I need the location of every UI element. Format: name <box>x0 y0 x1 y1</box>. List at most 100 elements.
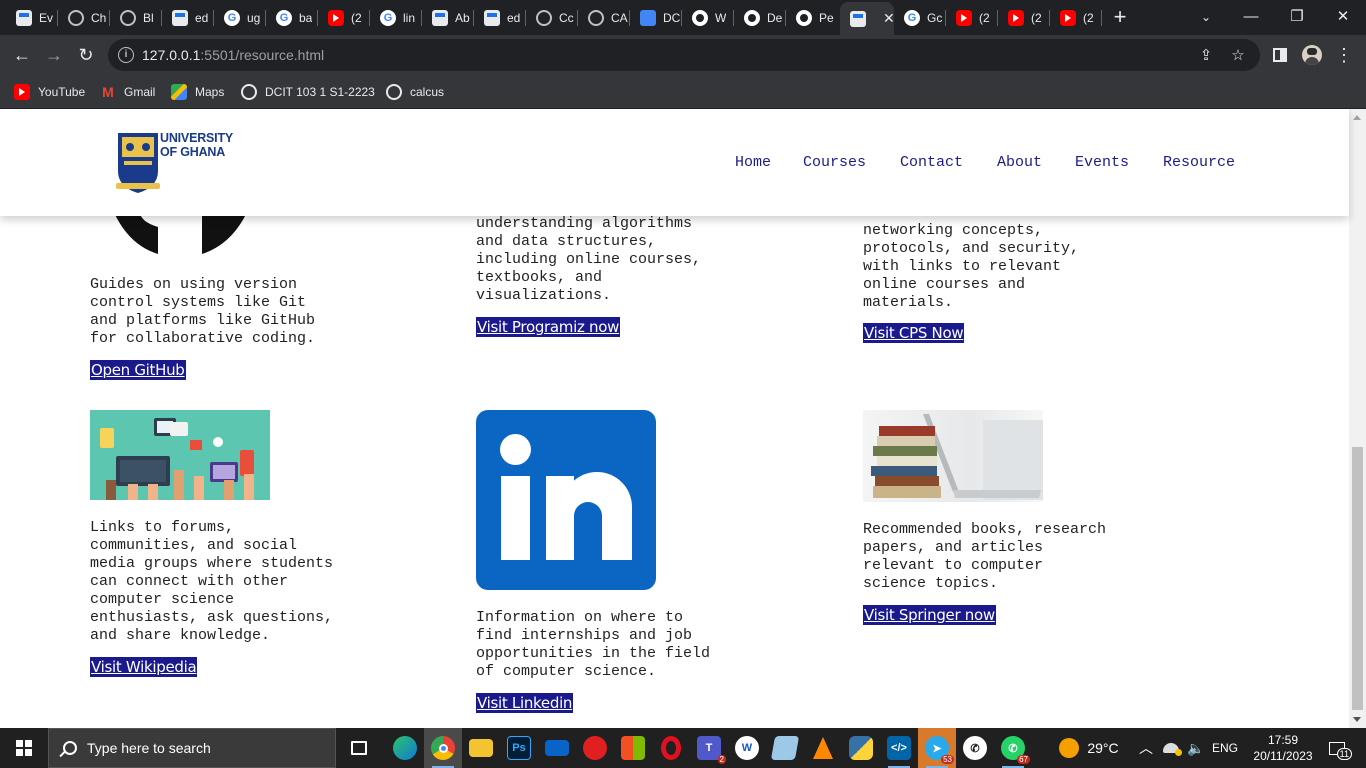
file-explorer-icon[interactable] <box>462 728 500 768</box>
page-scrollbar[interactable] <box>1349 109 1366 728</box>
profile-avatar[interactable] <box>1298 41 1326 69</box>
browser-tab[interactable]: Ev <box>6 5 56 31</box>
vscode-icon[interactable]: </> <box>880 728 918 768</box>
bookmark-dcit[interactable]: DCIT 103 1 S1-2223 <box>241 82 375 102</box>
teams-icon[interactable]: T2 <box>690 728 728 768</box>
chrome-icon[interactable] <box>424 728 462 768</box>
search-placeholder: Type here to search <box>87 740 211 756</box>
address-bar[interactable]: i 127.0.0.1:5501/resource.html ⇪ ☆ <box>108 39 1260 71</box>
nav-about[interactable]: About <box>997 154 1042 171</box>
browser-tab[interactable]: Gba <box>266 5 316 31</box>
visit-wikipedia-button[interactable]: Visit Wikipedia <box>90 657 198 677</box>
scroll-up-arrow-icon[interactable] <box>1353 115 1361 120</box>
language-indicator[interactable]: ENG <box>1210 728 1240 768</box>
notification-center-icon[interactable]: 11 <box>1322 728 1352 768</box>
browser-tab[interactable]: (2 <box>318 5 368 31</box>
notes-app-icon[interactable] <box>766 728 804 768</box>
start-button[interactable] <box>0 728 48 768</box>
browser-tab[interactable]: Bl <box>110 5 160 31</box>
browser-tab[interactable]: Glin <box>370 5 420 31</box>
tab-search-button[interactable]: ⌄ <box>1192 4 1220 30</box>
maximize-button[interactable]: ❐ <box>1274 0 1320 32</box>
whatsapp-business-icon[interactable]: ✆ 67 <box>994 728 1032 768</box>
browser-tab[interactable]: ed <box>474 5 524 31</box>
visit-springer-button[interactable]: Visit Springer now <box>863 605 996 625</box>
browser-menu-icon[interactable]: ⋮ <box>1330 41 1358 69</box>
document-icon <box>16 10 32 26</box>
windows-logo-icon <box>16 740 32 756</box>
bookmarks-bar: YouTube M Gmail Maps DCIT 103 1 S1-2223 c… <box>0 75 1366 109</box>
python-icon[interactable] <box>842 728 880 768</box>
visit-programiz-button[interactable]: Visit Programiz now <box>476 317 621 337</box>
network-icon[interactable] <box>1160 728 1182 768</box>
show-hidden-icons-icon[interactable]: ︿ <box>1136 728 1156 768</box>
browser-tab[interactable]: CA <box>578 5 628 31</box>
bookmark-calcus[interactable]: calcus <box>386 82 444 102</box>
university-logo[interactable]: UNIVERSITY OF GHANA <box>116 129 236 199</box>
weather-temp: 29°C <box>1087 740 1119 756</box>
scroll-down-arrow-icon[interactable] <box>1353 717 1361 722</box>
browser-tab[interactable]: Gug <box>214 5 264 31</box>
browser-tab[interactable]: Cc <box>526 5 576 31</box>
photoshop-icon[interactable]: Ps <box>500 728 538 768</box>
url-text[interactable]: 127.0.0.1:5501/resource.html <box>142 47 324 63</box>
whatsapp-icon[interactable]: ✆ <box>956 728 994 768</box>
page-viewport: Guides on using version control systems … <box>0 109 1366 728</box>
share-icon[interactable]: ⇪ <box>1196 45 1216 65</box>
bookmark-label: calcus <box>410 85 445 99</box>
new-tab-button[interactable]: + <box>1106 4 1134 30</box>
bookmark-gmail[interactable]: M Gmail <box>100 82 155 102</box>
browser-tab[interactable]: Ab <box>422 5 472 31</box>
forward-button[interactable]: → <box>40 41 68 69</box>
weather-widget[interactable]: 29°C <box>1054 728 1124 768</box>
reload-button[interactable]: ↻ <box>72 41 100 69</box>
bookmark-maps[interactable]: Maps <box>171 82 224 102</box>
visit-cps-button[interactable]: Visit CPS Now <box>863 323 965 343</box>
edge-icon[interactable] <box>386 728 424 768</box>
vlc-icon[interactable] <box>804 728 842 768</box>
nav-courses[interactable]: Courses <box>803 154 866 171</box>
globe-icon <box>241 84 257 100</box>
browser-tab[interactable]: (2 <box>1050 5 1100 31</box>
browser-tab[interactable]: Pe <box>786 5 836 31</box>
mail-icon[interactable] <box>538 728 576 768</box>
browser-tab[interactable]: G Gc <box>894 5 944 31</box>
logo-line2: OF GHANA <box>160 145 226 159</box>
store-icon[interactable] <box>614 728 652 768</box>
browser-tab[interactable]: Ch <box>58 5 108 31</box>
browser-tab[interactable]: ed <box>162 5 212 31</box>
back-button[interactable]: ← <box>8 41 36 69</box>
close-window-button[interactable]: ✕ <box>1320 0 1366 32</box>
browser-tab[interactable]: (2 <box>998 5 1048 31</box>
bookmark-star-icon[interactable]: ☆ <box>1228 45 1248 65</box>
screen-recorder-icon[interactable] <box>576 728 614 768</box>
nav-contact[interactable]: Contact <box>900 154 963 171</box>
visit-linkedin-button[interactable]: Visit Linkedin <box>476 693 574 713</box>
telegram-icon[interactable]: ➤ 53 <box>918 728 956 768</box>
task-view-icon[interactable] <box>340 728 378 768</box>
browser-tab[interactable]: (2 <box>946 5 996 31</box>
taskbar-search[interactable]: Type here to search <box>48 728 336 768</box>
nav-events[interactable]: Events <box>1075 154 1129 171</box>
logo-line1: UNIVERSITY <box>160 131 234 145</box>
site-info-icon[interactable]: i <box>118 47 134 63</box>
browser-tab[interactable]: De <box>734 5 784 31</box>
google-icon: G <box>224 10 240 26</box>
close-tab-icon[interactable]: ✕ <box>883 10 894 27</box>
volume-icon[interactable]: 🔈 <box>1186 728 1206 768</box>
bookmark-youtube[interactable]: YouTube <box>14 82 85 102</box>
minimize-button[interactable]: — <box>1228 0 1274 32</box>
tab-active[interactable]: ✕ <box>840 2 894 35</box>
word-icon[interactable]: W <box>728 728 766 768</box>
clock[interactable]: 17:59 20/11/2023 <box>1250 728 1316 768</box>
nav-home[interactable]: Home <box>735 154 771 171</box>
tab-title: Ev <box>39 11 54 25</box>
opera-icon[interactable] <box>652 728 690 768</box>
browser-tab[interactable]: W <box>682 5 732 31</box>
side-panel-icon[interactable] <box>1266 41 1294 69</box>
tab-title: Bl <box>143 11 154 25</box>
scrollbar-thumb[interactable] <box>1352 447 1363 710</box>
browser-tab[interactable]: DC <box>630 5 680 31</box>
open-github-button[interactable]: Open GitHub <box>90 360 186 380</box>
nav-resource[interactable]: Resource <box>1163 154 1235 171</box>
